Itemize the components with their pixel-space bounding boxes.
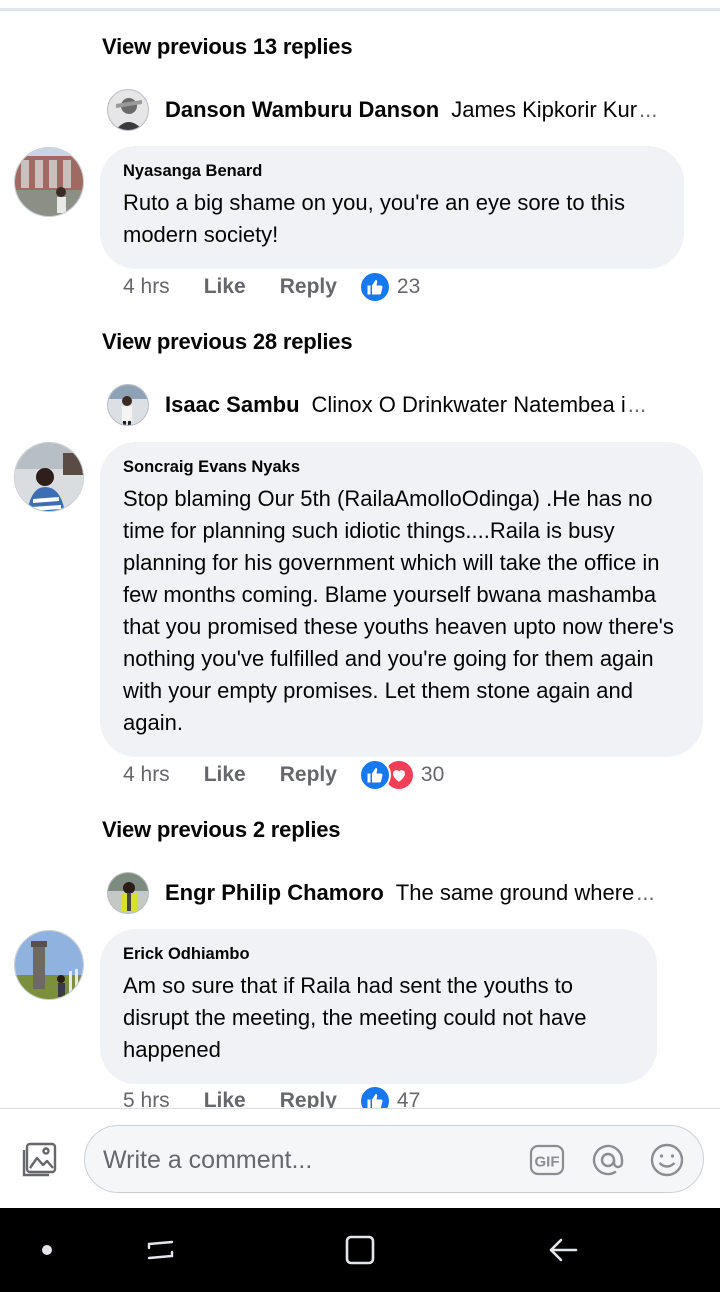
comment-bubble[interactable]: Erick Odhiambo Am so sure that if Raila … — [100, 929, 657, 1084]
thumbs-up-icon — [358, 271, 391, 303]
reply-preview[interactable]: Danson Wamburu Danson James Kipkorir Kur… — [107, 88, 707, 132]
comment-author[interactable]: Nyasanga Benard — [123, 162, 662, 181]
comment-text: Ruto a big shame on you, you're an eye s… — [123, 190, 625, 247]
avatar[interactable] — [14, 442, 84, 512]
reply-author-name[interactable]: Isaac Sambu — [165, 392, 300, 418]
view-previous-replies-link[interactable]: View previous 13 replies — [102, 34, 353, 60]
like-button[interactable]: Like — [204, 1089, 246, 1108]
comment-time: 5 hrs — [123, 1089, 170, 1108]
ellipsis: ... — [639, 97, 658, 122]
comment-input-field[interactable]: GIF — [84, 1125, 704, 1193]
reply-button[interactable]: Reply — [280, 275, 337, 299]
reaction-count: 30 — [420, 763, 445, 786]
comment-author[interactable]: Erick Odhiambo — [123, 945, 635, 964]
reply-author-name[interactable]: Engr Philip Chamoro — [165, 880, 384, 906]
view-previous-replies-link[interactable]: View previous 2 replies — [102, 817, 341, 843]
comment-bubble[interactable]: Soncraig Evans Nyaks Stop blaming Our 5t… — [100, 442, 703, 757]
view-previous-replies-link[interactable]: View previous 28 replies — [102, 329, 353, 355]
reply-author-name[interactable]: Danson Wamburu Danson — [165, 97, 439, 123]
dot-icon[interactable] — [27, 1230, 67, 1270]
gif-label: GIF — [535, 1154, 560, 1171]
comment-time: 4 hrs — [123, 763, 170, 786]
reply-preview[interactable]: Engr Philip Chamoro The same ground wher… — [107, 871, 707, 915]
like-button[interactable]: Like — [204, 275, 246, 299]
reply-preview-text: Clinox O Drinkwater Natembea i — [311, 392, 626, 417]
reactions-summary[interactable]: 23 — [358, 271, 421, 303]
comment-time: 4 hrs — [123, 275, 170, 298]
recent-apps-icon[interactable] — [140, 1230, 180, 1270]
avatar[interactable] — [107, 872, 149, 914]
reply-button[interactable]: Reply — [280, 1089, 337, 1108]
photo-icon[interactable] — [20, 1139, 60, 1179]
thumbs-up-icon — [358, 759, 391, 791]
comment-input[interactable] — [103, 1140, 523, 1180]
reply-preview-text: The same ground where — [395, 880, 635, 905]
reaction-count: 23 — [396, 275, 421, 298]
comment-text: Am so sure that if Raila had sent the yo… — [123, 973, 587, 1062]
gif-icon[interactable]: GIF — [529, 1142, 565, 1178]
reply-preview-text: James Kipkorir Kur — [451, 97, 638, 122]
comment-feed[interactable]: View previous 13 replies Danson Wamburu … — [0, 0, 720, 1108]
reactions-summary[interactable]: 30 — [358, 759, 445, 791]
avatar[interactable] — [14, 147, 84, 217]
reply-preview[interactable]: Isaac Sambu Clinox O Drinkwater Natembea… — [107, 383, 707, 427]
comment-actions: 4 hrs Like Reply 23 — [123, 270, 420, 304]
reply-button[interactable]: Reply — [280, 763, 337, 787]
home-icon[interactable] — [340, 1230, 380, 1270]
back-icon[interactable] — [542, 1230, 582, 1270]
avatar[interactable] — [107, 89, 149, 131]
reactions-summary[interactable]: 47 — [358, 1085, 421, 1108]
comment-actions: 5 hrs Like Reply 47 — [123, 1084, 420, 1108]
thumbs-up-icon — [358, 1085, 391, 1108]
comment-actions: 4 hrs Like Reply 30 — [123, 758, 444, 792]
avatar[interactable] — [14, 930, 84, 1000]
like-button[interactable]: Like — [204, 763, 246, 787]
avatar[interactable] — [107, 384, 149, 426]
ellipsis: ... — [636, 880, 655, 905]
comment-composer: GIF — [0, 1108, 720, 1208]
system-navigation-bar — [0, 1208, 720, 1292]
ellipsis: ... — [627, 392, 647, 417]
comment-author[interactable]: Soncraig Evans Nyaks — [123, 458, 681, 477]
reaction-count: 47 — [396, 1089, 421, 1108]
comment-bubble[interactable]: Nyasanga Benard Ruto a big shame on you,… — [100, 146, 684, 269]
emoji-icon[interactable] — [649, 1142, 685, 1178]
comment-text: Stop blaming Our 5th (RailaAmolloOdinga)… — [123, 486, 674, 735]
mention-icon[interactable] — [590, 1142, 626, 1178]
